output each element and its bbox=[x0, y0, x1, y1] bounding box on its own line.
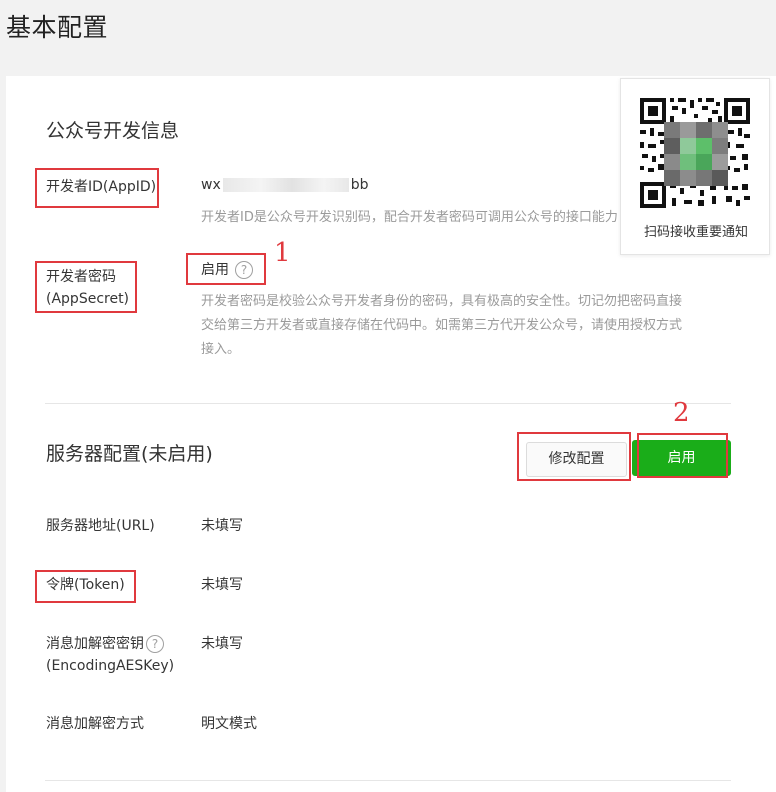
appsecret-desc-line3: 接入。 bbox=[201, 342, 241, 357]
appsecret-status-highlight-box bbox=[186, 253, 266, 285]
aeskey-label-line1: 消息加解密密钥 bbox=[46, 636, 144, 652]
qr-code-icon bbox=[638, 96, 752, 210]
modify-config-highlight-box bbox=[517, 432, 631, 481]
appsecret-highlight-box bbox=[35, 261, 137, 313]
page-title: 基本配置 bbox=[6, 13, 109, 42]
appid-value-suffix: bb bbox=[350, 177, 369, 193]
annotation-number-1: 1 bbox=[274, 238, 291, 268]
appid-description: 开发者ID是公众号开发识别码，配合开发者密码可调用公众号的接口能力。 bbox=[201, 210, 617, 225]
qr-panel: 扫码接收重要通知 bbox=[620, 78, 770, 255]
url-value: 未填写 bbox=[201, 518, 243, 534]
token-value: 未填写 bbox=[201, 577, 243, 593]
enable-highlight-box bbox=[637, 433, 728, 478]
aeskey-label-line2: (EncodingAESKey) bbox=[46, 658, 175, 674]
appid-value-prefix: wx bbox=[201, 177, 221, 193]
url-label: 服务器地址(URL) bbox=[46, 518, 155, 534]
dev-info-title: 公众号开发信息 bbox=[46, 120, 180, 142]
server-config-title: 服务器配置(未启用) bbox=[46, 443, 213, 465]
aeskey-value: 未填写 bbox=[201, 636, 243, 652]
appid-highlight-box bbox=[35, 168, 159, 208]
aeskey-label: 消息加解密密钥? (EncodingAESKey) bbox=[46, 633, 174, 677]
appid-value: wx bb bbox=[201, 177, 369, 193]
encryption-mode-label: 消息加解密方式 bbox=[46, 716, 144, 732]
encryption-mode-value: 明文模式 bbox=[201, 716, 257, 732]
aeskey-help-icon[interactable]: ? bbox=[146, 635, 164, 653]
bottom-divider bbox=[45, 780, 731, 781]
appsecret-desc-line2: 交给第三方开发者或直接存储在代码中。如需第三方代开发公众号，请使用授权方式 bbox=[201, 318, 683, 333]
annotation-number-2: 2 bbox=[673, 398, 690, 428]
appid-redacted bbox=[222, 178, 349, 192]
appsecret-description: 开发者密码是校验公众号开发者身份的密码，具有极高的安全性。切记勿把密码直接 交给… bbox=[201, 290, 741, 362]
qr-caption: 扫码接收重要通知 bbox=[643, 225, 748, 240]
token-highlight-box bbox=[35, 570, 136, 603]
appsecret-desc-line1: 开发者密码是校验公众号开发者身份的密码，具有极高的安全性。切记勿把密码直接 bbox=[201, 294, 683, 309]
section-divider bbox=[45, 403, 731, 404]
